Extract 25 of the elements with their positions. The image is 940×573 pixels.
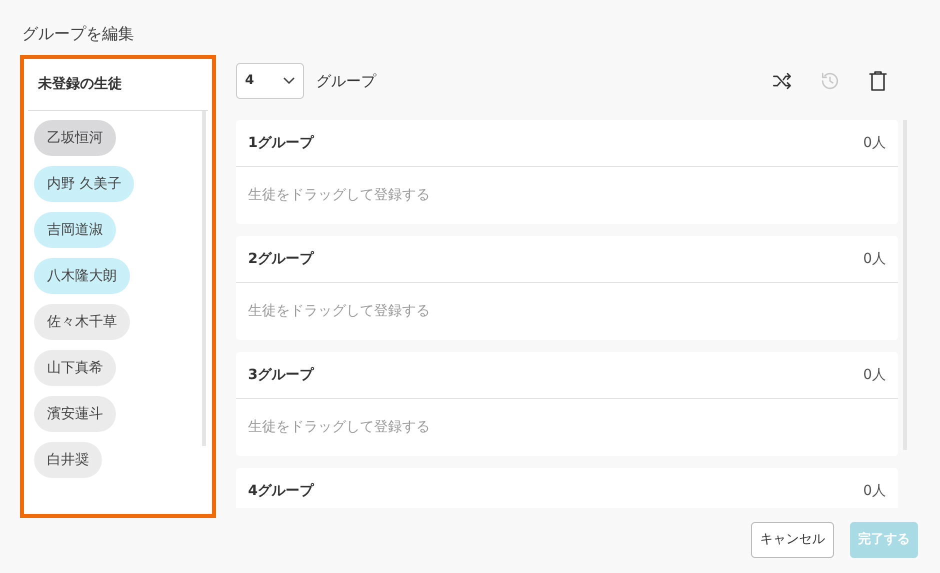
student-chip[interactable]: 八木隆大朗: [34, 258, 130, 294]
student-chip[interactable]: 山下真希: [34, 350, 116, 386]
drop-hint: 生徒をドラッグして登録する: [248, 186, 430, 205]
student-chip[interactable]: 濱安蓮斗: [34, 396, 116, 432]
group-name: 4グループ: [248, 482, 314, 500]
member-count: 0人: [863, 482, 886, 500]
panel-heading: 未登録の生徒: [38, 75, 122, 94]
drop-hint: 生徒をドラッグして登録する: [248, 302, 430, 321]
student-chip[interactable]: 吉岡道淑: [34, 212, 116, 248]
member-count: 0人: [863, 134, 886, 152]
group-name: 3グループ: [248, 366, 314, 384]
group-name: 2グループ: [248, 250, 314, 268]
member-count: 0人: [863, 366, 886, 384]
student-chip[interactable]: 佐々木千草: [34, 304, 130, 340]
student-chip[interactable]: 白井奨: [34, 442, 102, 478]
group-count-label: グループ: [316, 70, 376, 92]
group-name: 1グループ: [248, 134, 314, 152]
student-chip[interactable]: 乙坂恒河: [34, 120, 116, 156]
student-chip[interactable]: 内野 久美子: [34, 166, 134, 202]
dialog-title: グループを編集: [22, 23, 134, 45]
chevron-down-icon: [283, 77, 295, 85]
action-button[interactable]: キャンセル: [751, 522, 834, 558]
member-count: 0人: [863, 250, 886, 268]
group-count-select[interactable]: 4: [236, 63, 304, 99]
drop-hint: 生徒をドラッグして登録する: [248, 418, 430, 437]
